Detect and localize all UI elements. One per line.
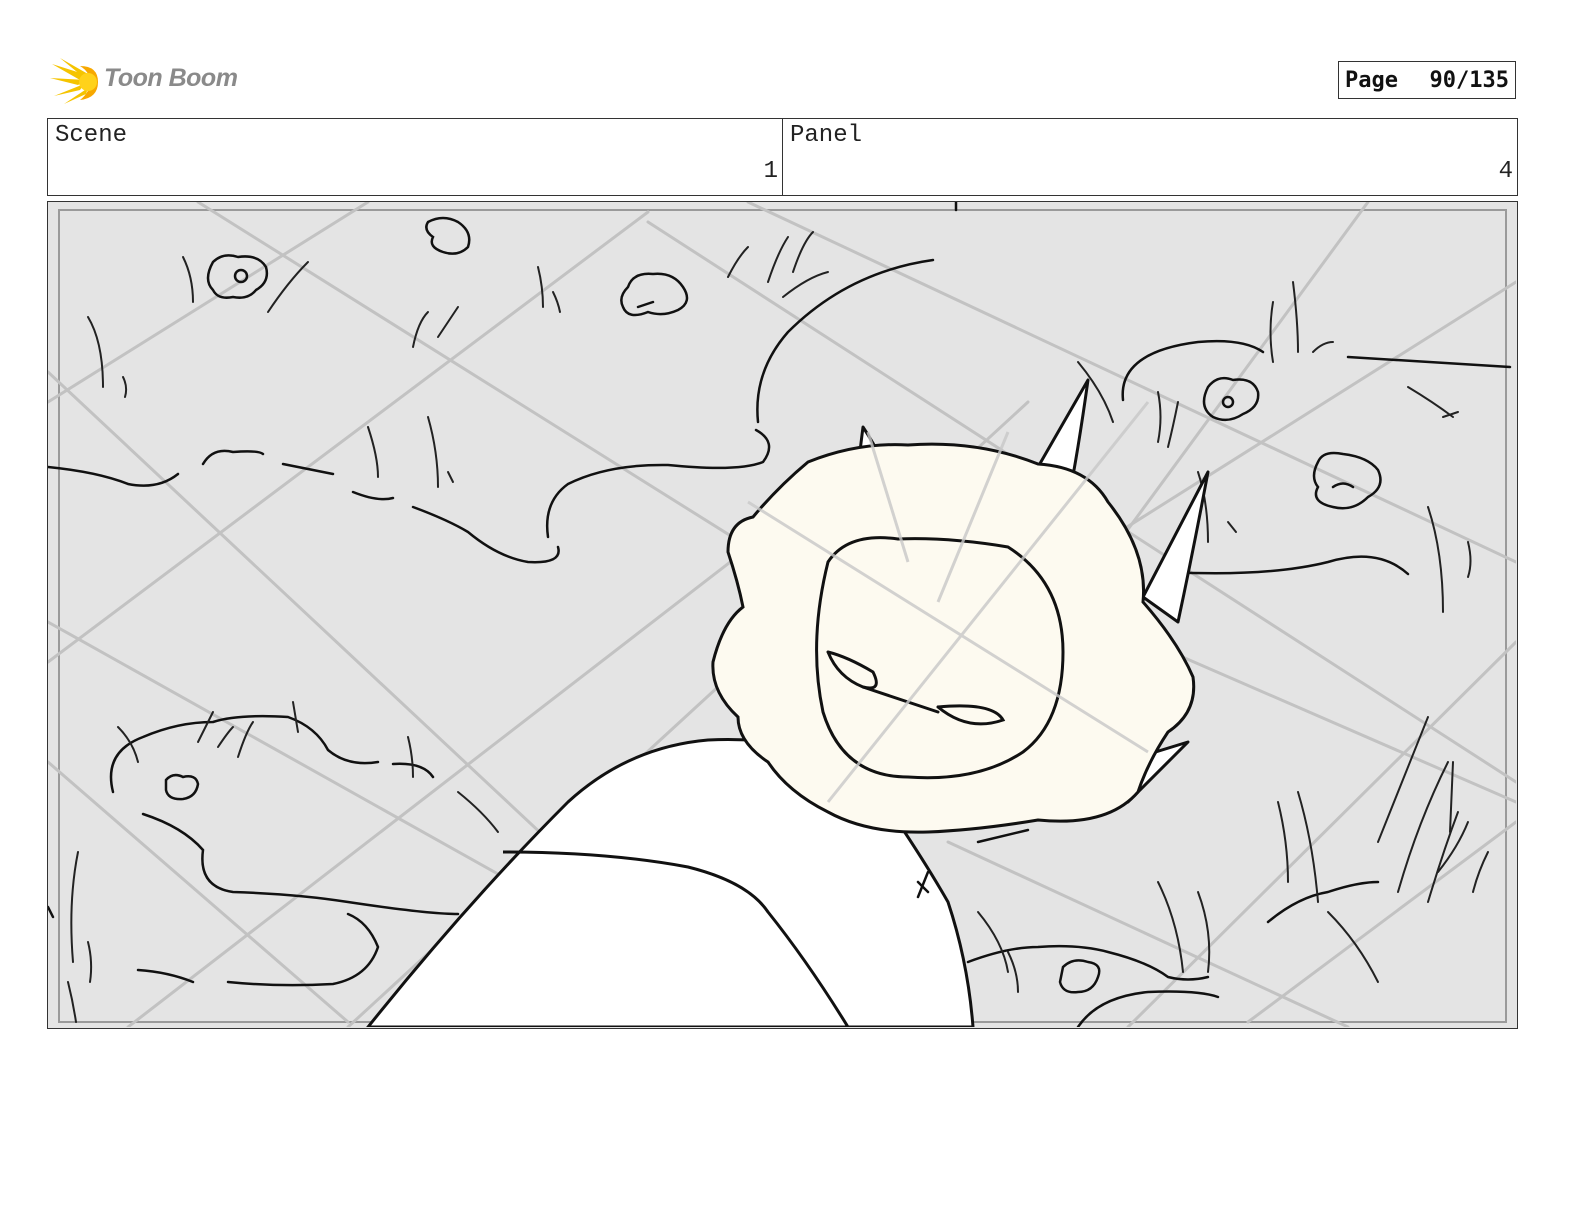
page-value: 90/135 [1429, 67, 1509, 93]
scene-panel-row: Scene 1 Panel 4 [47, 118, 1518, 196]
page-label: Page [1345, 67, 1398, 93]
panel-label: Panel [790, 122, 863, 149]
scene-cell: Scene 1 [48, 119, 783, 195]
page-counter: Page 90/135 [1338, 61, 1516, 99]
character-face [815, 536, 1065, 780]
storyboard-frame [47, 201, 1518, 1029]
scene-label: Scene [55, 122, 128, 149]
logo-text: Toon Boom [104, 64, 238, 92]
panel-value: 4 [1498, 158, 1513, 185]
scene-value: 1 [763, 158, 778, 185]
storyboard-sketch [48, 202, 1516, 1027]
panel-cell: Panel 4 [783, 119, 1517, 195]
